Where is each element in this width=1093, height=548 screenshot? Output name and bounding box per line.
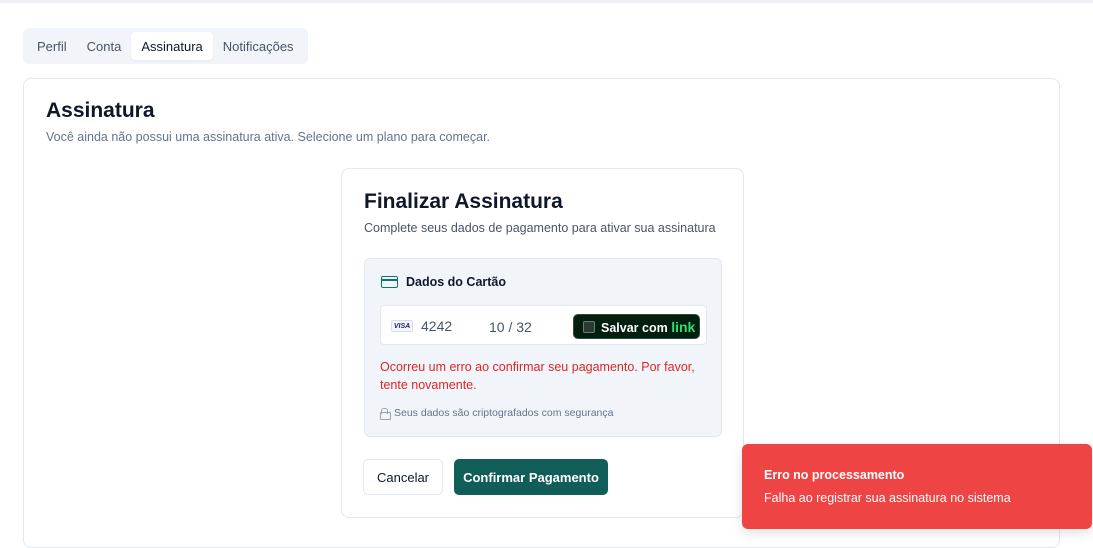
settings-tabs: Perfil Conta Assinatura Notificações [23,28,308,64]
save-with-text: Salvar com [601,320,668,335]
card-expiry[interactable]: 10 / 32 [489,319,532,335]
card-details-header: Dados do Cartão [381,275,506,289]
tab-perfil[interactable]: Perfil [27,32,77,60]
confirm-payment-button[interactable]: Confirmar Pagamento [454,459,608,495]
toast-description: Falha ao registrar sua assinatura no sis… [764,491,1011,505]
credit-card-icon [381,276,398,288]
visa-icon: VISA [391,320,413,332]
top-border [0,0,1093,3]
link-logo: link [671,318,696,335]
checkout-card: Finalizar Assinatura Complete seus dados… [341,168,744,518]
tab-conta[interactable]: Conta [77,32,132,60]
card-number[interactable]: 4242 [421,318,452,334]
tab-assinatura[interactable]: Assinatura [131,32,213,60]
security-note: Seus dados são criptografados com segura… [380,407,614,420]
toast-title: Erro no processamento [764,468,905,482]
card-details-title: Dados do Cartão [406,275,507,289]
save-link-checkbox[interactable] [583,320,595,333]
card-input-field[interactable]: VISA 4242 10 / 32 Salvar com link [380,305,707,345]
error-toast[interactable]: Erro no processamento Falha ao registrar… [742,444,1092,529]
checkout-title: Finalizar Assinatura [364,190,563,213]
payment-error-message: Ocorreu um erro ao confirmar seu pagamen… [380,360,695,392]
section-subtitle: Você ainda não possui uma assinatura ati… [46,130,491,144]
lock-icon [380,408,391,420]
save-with-label: Salvar com link [601,319,695,335]
card-details-panel: Dados do Cartão VISA 4242 10 / 32 Salvar… [364,258,722,437]
cancel-button[interactable]: Cancelar [363,459,443,495]
checkout-subtitle: Complete seus dados de pagamento para at… [364,221,716,235]
section-title: Assinatura [46,99,155,122]
security-note-text: Seus dados são criptografados com segura… [394,407,614,419]
tab-notificacoes[interactable]: Notificações [213,32,304,60]
save-with-link-button[interactable]: Salvar com link [573,314,700,339]
